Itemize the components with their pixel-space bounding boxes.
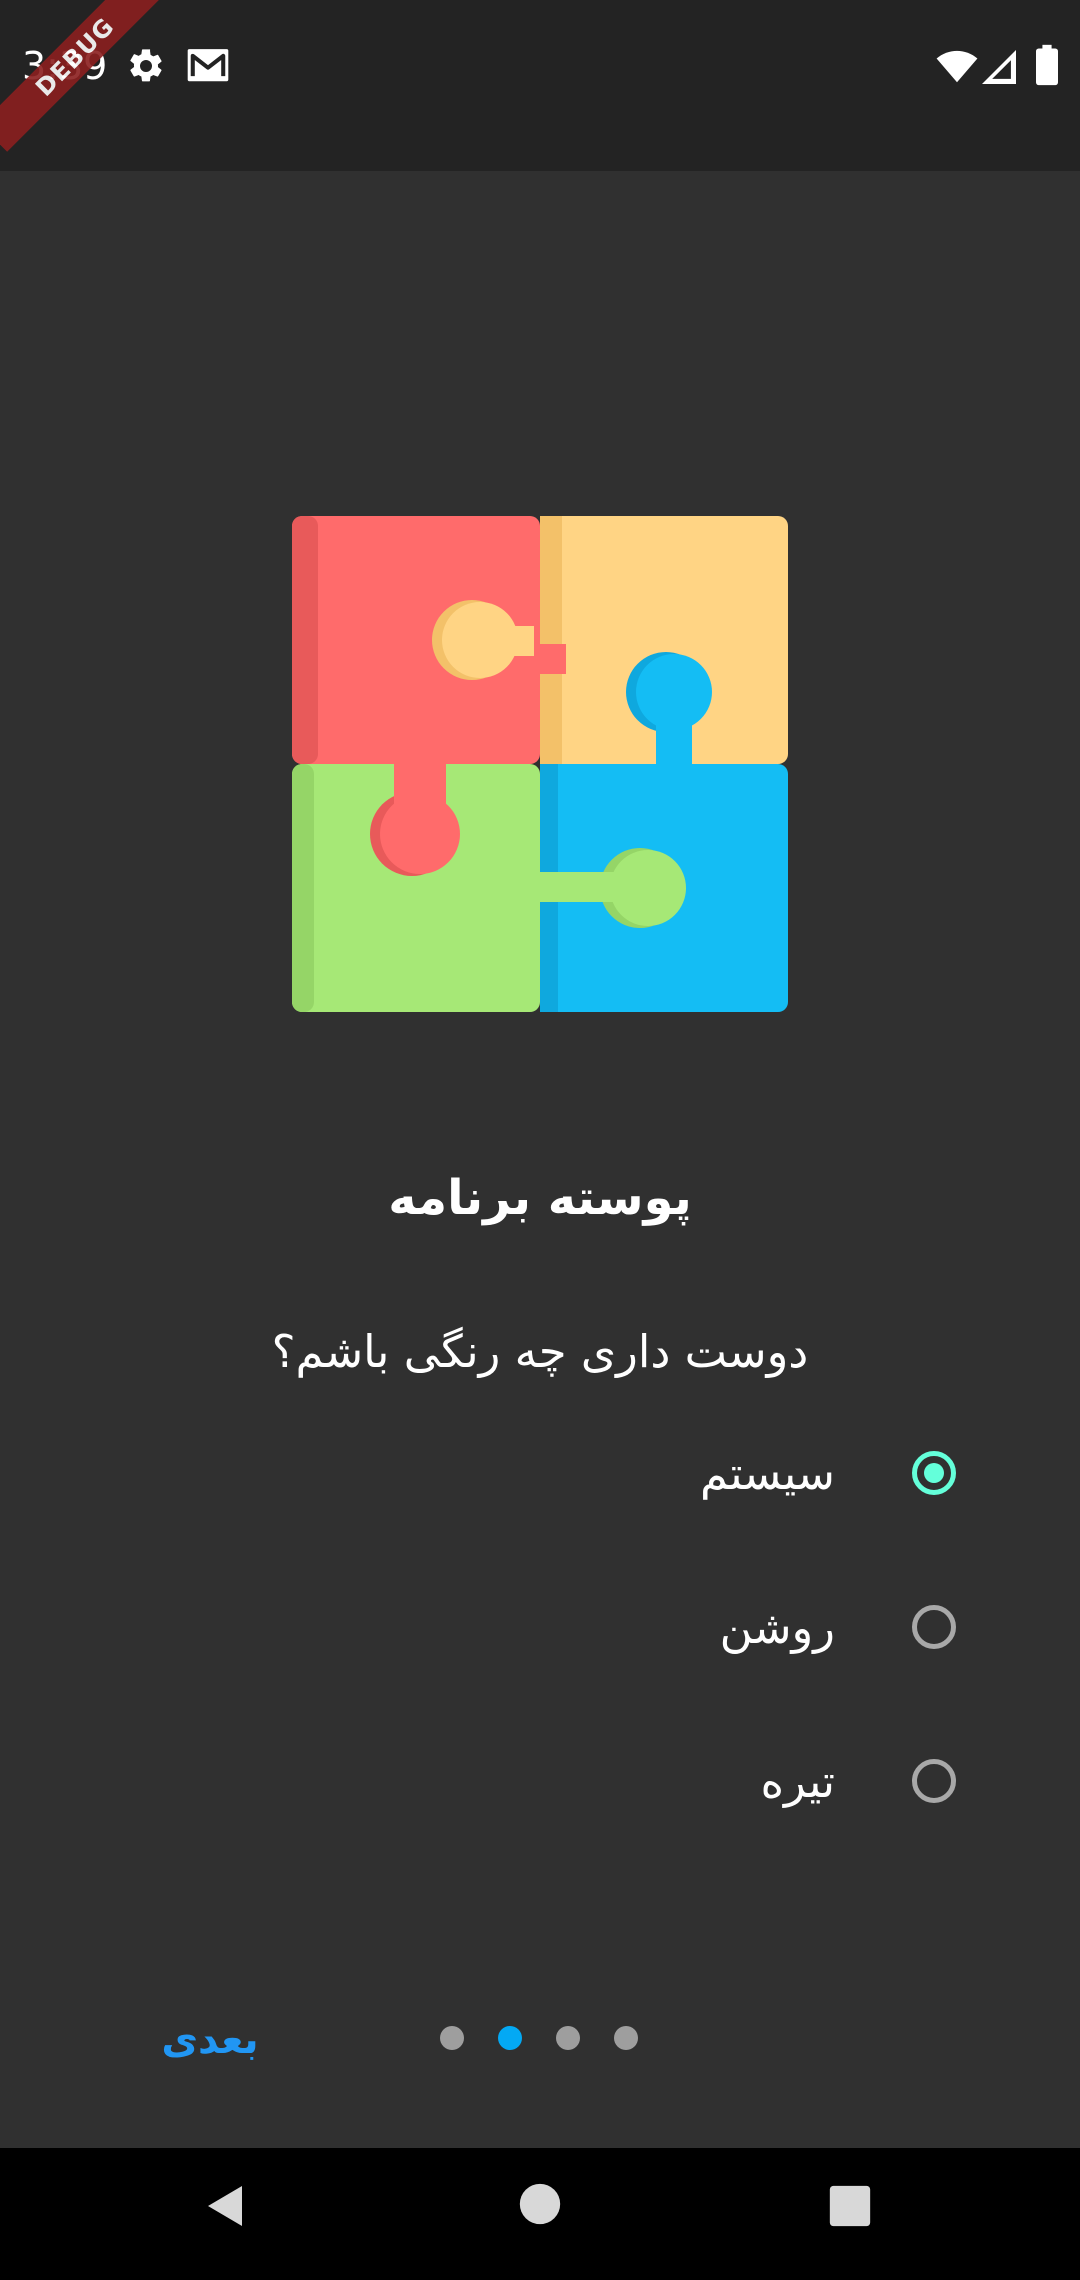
puzzle-illustration (292, 516, 788, 1012)
theme-option-light[interactable]: روشن (640, 1574, 1000, 1684)
next-button[interactable]: بعدی (150, 2008, 270, 2072)
theme-onboarding-screen: 3:39 DEBUG (0, 0, 1080, 2280)
page-dot (440, 2026, 464, 2050)
status-bar: 3:39 DEBUG (0, 0, 1080, 171)
settings-icon (130, 49, 162, 82)
page-title: پوسته برنامه (388, 1170, 692, 1226)
theme-option-dark[interactable]: تیره (640, 1728, 1000, 1838)
option-label: سیستم (700, 1447, 835, 1500)
radio-selected-icon[interactable] (912, 1451, 956, 1495)
wifi-icon (936, 50, 978, 83)
back-icon[interactable] (202, 2182, 250, 2230)
radio-unselected-icon[interactable] (912, 1605, 956, 1649)
option-label: روشن (719, 1601, 835, 1654)
page-dot (614, 2026, 638, 2050)
signal-icon (982, 50, 1016, 84)
battery-icon (1036, 44, 1058, 86)
page-indicator (440, 2026, 640, 2050)
radio-unselected-icon[interactable] (912, 1759, 956, 1803)
theme-option-system[interactable]: سیستم (640, 1420, 1000, 1530)
option-label: تیره (760, 1755, 835, 1808)
home-icon[interactable] (518, 2182, 562, 2226)
navigation-bar (0, 2148, 1080, 2280)
page-dot-active (498, 2026, 522, 2050)
recents-icon[interactable] (828, 2184, 872, 2228)
gmail-icon (187, 49, 229, 82)
page-dot (556, 2026, 580, 2050)
theme-question: دوست داری چه رنگی باشم؟ (271, 1325, 809, 1378)
